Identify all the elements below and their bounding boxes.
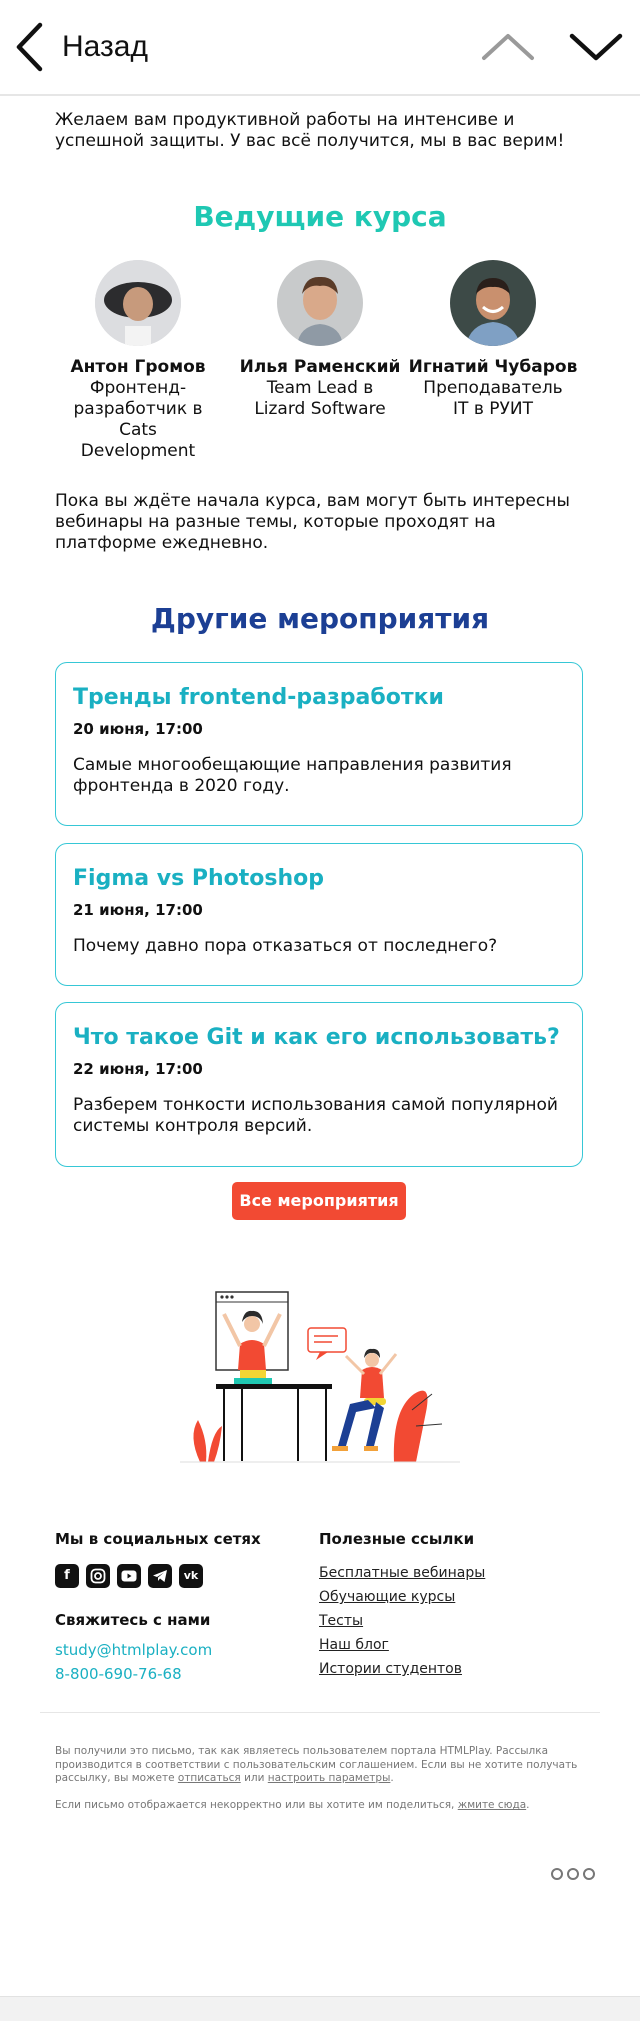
chevron-down-icon[interactable] bbox=[568, 22, 624, 72]
view-online-link[interactable]: жмите сюда bbox=[458, 1799, 526, 1811]
event-description: Разберем тонкости использования самой по… bbox=[73, 1095, 558, 1136]
facebook-icon[interactable]: f bbox=[55, 1564, 79, 1588]
event-card[interactable]: Figma vs Photoshop 21 июня, 17:00 Почему… bbox=[55, 843, 583, 986]
intro-text: Желаем вам продуктивной работы на интенс… bbox=[55, 110, 565, 151]
instructor-role: Преподаватель IT в РУИТ bbox=[423, 378, 563, 419]
disclaimer-text: Вы получили это письмо, так как являетес… bbox=[55, 1745, 578, 1784]
event-description: Почему давно пора отказаться от последне… bbox=[73, 936, 498, 956]
person-photo-icon bbox=[450, 260, 536, 346]
instagram-icon[interactable] bbox=[86, 1564, 110, 1588]
telegram-icon[interactable] bbox=[148, 1564, 172, 1588]
back-button[interactable]: Назад bbox=[14, 20, 148, 74]
person-photo-icon bbox=[95, 260, 181, 346]
event-description: Самые многообещающие направления развити… bbox=[73, 755, 512, 796]
phone-link[interactable]: 8-800-690-76-68 bbox=[55, 1665, 182, 1683]
event-card[interactable]: Тренды frontend-разработки 20 июня, 17:0… bbox=[55, 662, 583, 826]
more-options-icon[interactable] bbox=[551, 1868, 595, 1880]
event-title[interactable]: Figma vs Photoshop bbox=[73, 866, 565, 891]
instructor-name: Антон Громов bbox=[70, 357, 206, 377]
social-title: Мы в социальных сетях bbox=[55, 1530, 261, 1548]
settings-link[interactable]: настроить параметры bbox=[268, 1772, 391, 1784]
avatar bbox=[277, 260, 363, 346]
all-events-button[interactable]: Все мероприятия bbox=[232, 1182, 406, 1220]
event-date: 22 июня, 17:00 bbox=[73, 1060, 203, 1078]
avatar bbox=[95, 260, 181, 346]
share-body: Если письмо отображается некорректно или… bbox=[55, 1799, 455, 1811]
footer-divider bbox=[40, 1712, 600, 1713]
instructors-title: Ведущие курса bbox=[193, 200, 447, 233]
webinars-note: Пока вы ждёте начала курса, вам могут бы… bbox=[55, 491, 570, 553]
link-tests[interactable]: Тесты bbox=[319, 1613, 363, 1629]
contact-title: Свяжитесь с нами bbox=[55, 1611, 211, 1629]
event-date: 21 июня, 17:00 bbox=[73, 901, 203, 919]
avatar bbox=[450, 260, 536, 346]
instructor-name: Илья Раменский bbox=[239, 357, 401, 377]
instructor-card: Илья Раменский Team Lead в Lizard Softwa… bbox=[235, 357, 405, 420]
bottom-bar bbox=[0, 1996, 640, 2021]
vk-icon[interactable]: vk bbox=[179, 1564, 203, 1588]
link-courses[interactable]: Обучающие курсы bbox=[319, 1589, 455, 1605]
links-title: Полезные ссылки bbox=[319, 1530, 475, 1548]
workspace-illustration bbox=[180, 1291, 460, 1463]
back-chevron-icon bbox=[16, 22, 43, 72]
unsubscribe-link[interactable]: отписаться bbox=[178, 1772, 241, 1784]
share-text: Если письмо отображается некорректно или… bbox=[55, 1799, 530, 1811]
instructor-role: Фронтенд-разработчик в Cats Development bbox=[73, 378, 203, 461]
link-student-stories[interactable]: Истории студентов bbox=[319, 1661, 462, 1677]
instructor-card: Антон Громов Фронтенд-разработчик в Cats… bbox=[53, 357, 223, 462]
event-title[interactable]: Что такое Git и как его использовать? bbox=[73, 1025, 565, 1050]
instructor-card: Игнатий Чубаров Преподаватель IT в РУИТ bbox=[408, 357, 578, 420]
disclaimer-or: или bbox=[244, 1772, 265, 1784]
person-photo-icon bbox=[277, 260, 363, 346]
events-title: Другие мероприятия bbox=[150, 602, 490, 635]
instructor-name: Игнатий Чубаров bbox=[408, 357, 578, 377]
event-title[interactable]: Тренды frontend-разработки bbox=[73, 685, 565, 710]
instructor-role: Team Lead в Lizard Software bbox=[254, 378, 386, 419]
email-link[interactable]: study@htmlplay.com bbox=[55, 1641, 212, 1659]
youtube-icon[interactable] bbox=[117, 1564, 141, 1588]
link-blog[interactable]: Наш блог bbox=[319, 1637, 389, 1653]
top-bar: Назад bbox=[0, 0, 640, 96]
event-date: 20 июня, 17:00 bbox=[73, 720, 203, 738]
chevron-up-icon[interactable] bbox=[480, 22, 536, 72]
event-card[interactable]: Что такое Git и как его использовать? 22… bbox=[55, 1002, 583, 1167]
link-free-webinars[interactable]: Бесплатные вебинары bbox=[319, 1565, 485, 1581]
back-label: Назад bbox=[62, 30, 148, 63]
